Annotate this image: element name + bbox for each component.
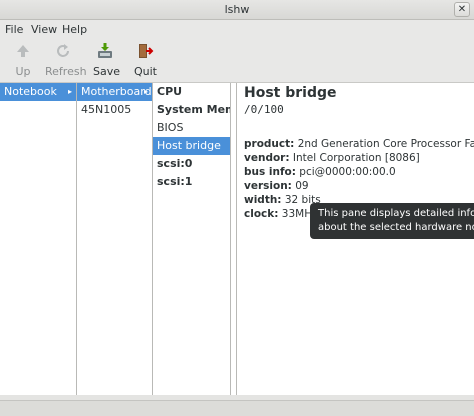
detail-prop-bus-info: bus info: pci@0000:00:00.0 — [244, 166, 396, 178]
tooltip: This pane displays detailed information … — [310, 203, 474, 239]
save-label: Save — [93, 65, 121, 78]
detail-prop-vendor: vendor: Intel Corporation [8086] — [244, 152, 420, 164]
up-arrow-icon — [17, 45, 29, 57]
save-icon — [98, 43, 112, 58]
list-item-host-bridge[interactable]: Host bridge — [153, 137, 230, 155]
detail-prop-width: width: 32 bits — [244, 194, 321, 206]
list-item-notebook[interactable]: Notebook ▸ — [0, 83, 76, 101]
refresh-icon — [57, 44, 69, 57]
quit-icon — [139, 44, 154, 58]
save-button[interactable]: Save — [93, 42, 121, 78]
close-button[interactable]: ✕ — [454, 2, 470, 17]
detail-prop-version: version: 09 — [244, 180, 309, 192]
expand-arrow-icon: ▸ — [143, 87, 148, 96]
window-title: lshw — [224, 3, 250, 16]
tooltip-line-1: This pane displays detailed information — [318, 208, 474, 219]
list-item-system-memory[interactable]: System Memory — [153, 101, 230, 119]
prop-key: clock: — [244, 208, 279, 220]
up-button[interactable]: Up — [13, 42, 33, 78]
up-label: Up — [15, 65, 31, 78]
pane-level-2[interactable]: Motherboard ▸ 45N1005 — [77, 83, 153, 396]
status-bar — [0, 400, 474, 416]
list-item-scsi-0[interactable]: scsi:0 — [153, 155, 230, 173]
prop-key: vendor: — [244, 152, 290, 164]
hardware-browser: Notebook ▸ Motherboard ▸ 45N1005 CPU Sys… — [0, 83, 474, 402]
list-item-label: Motherboard — [81, 85, 152, 98]
refresh-label: Refresh — [45, 65, 87, 78]
prop-value: pci@0000:00:00.0 — [299, 166, 396, 178]
list-item-label: Notebook — [4, 85, 57, 98]
detail-title: Host bridge — [244, 85, 337, 101]
toolbar: Up Refresh Save Quit — [0, 38, 474, 83]
menu-view[interactable]: View — [31, 23, 57, 36]
prop-value: 09 — [295, 180, 309, 192]
prop-key: bus info: — [244, 166, 296, 178]
detail-prop-clock: clock: 33MHz — [244, 208, 318, 220]
quit-button[interactable]: Quit — [134, 42, 157, 78]
detail-prop-product: product: 2nd Generation Core Processor F… — [244, 138, 474, 150]
list-item-cpu[interactable]: CPU — [153, 83, 230, 101]
quit-label: Quit — [134, 65, 157, 78]
pane-level-1[interactable]: Notebook ▸ — [0, 83, 77, 396]
title-bar: lshw ✕ — [0, 0, 474, 20]
prop-key: version: — [244, 180, 292, 192]
prop-key: width: — [244, 194, 282, 206]
prop-value: 2nd Generation Core Processor Family DRA… — [297, 138, 474, 150]
menu-file[interactable]: File — [5, 23, 23, 36]
menu-bar: File View Help — [0, 20, 474, 38]
expand-arrow-icon: ▸ — [67, 87, 72, 96]
detail-path: /0/100 — [244, 103, 284, 116]
pane-level-3[interactable]: CPU System Memory BIOS Host bridge scsi:… — [153, 83, 231, 396]
list-item-bios[interactable]: BIOS — [153, 119, 230, 137]
list-item-motherboard[interactable]: Motherboard ▸ — [77, 83, 152, 101]
tooltip-line-2: about the selected hardware node — [318, 222, 474, 233]
list-item-45n1005[interactable]: 45N1005 — [77, 101, 152, 119]
refresh-button[interactable]: Refresh — [45, 42, 87, 78]
menu-help[interactable]: Help — [62, 23, 87, 36]
prop-key: product: — [244, 138, 295, 150]
prop-value: Intel Corporation [8086] — [292, 152, 420, 164]
list-item-scsi-1[interactable]: scsi:1 — [153, 173, 230, 191]
detail-pane: Host bridge /0/100 product: 2nd Generati… — [236, 83, 474, 396]
